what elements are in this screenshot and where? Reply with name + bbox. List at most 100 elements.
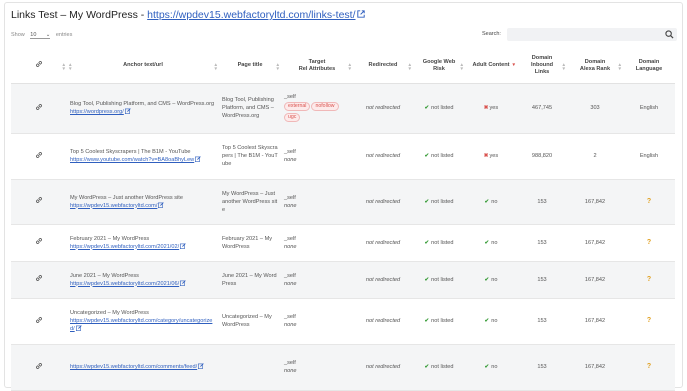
target-value: _self [284,360,296,366]
edit-link-icon[interactable] [194,156,201,163]
col-header-redirected[interactable]: Redirected ▴ ▾ [353,49,413,84]
row-link-cell[interactable] [11,133,67,180]
page-title-value: Top 5 Coolest Skyscrapers | The B1M - Yo… [222,145,278,167]
edit-link-icon[interactable] [179,279,186,287]
table-row: My WordPress – Just another WordPress si… [11,179,675,225]
check-icon: ✔ [484,318,490,324]
alexa-rank-cell: 167,842 [567,224,623,262]
link-icon[interactable] [35,316,43,326]
col-header-google-label-1: Google Web [422,58,456,65]
page-title: Links Test – My WordPress - https://wpde… [11,9,365,21]
edit-link-icon[interactable] [157,201,165,209]
col-header-anchor-label: Anchor text/url [123,62,163,69]
cross-icon: ✖ [483,153,489,159]
col-header-inbound-label-1: Domain [531,55,553,62]
rel-value: none [284,322,297,328]
redirected-value: not redirected [365,105,401,111]
check-icon: ✔ [484,276,490,283]
anchor-url-link[interactable]: https://wpdev15.webfactoryltd.com/ [70,203,157,209]
row-link-cell[interactable] [11,344,67,391]
col-header-language[interactable]: Domain Language [623,49,675,84]
inbound-links-cell: 153 [517,179,567,225]
col-header-alexa[interactable]: Domain Alexa Rank ▴ ▾ [567,49,623,84]
target-cell: _selfnone [281,298,353,345]
page-title-text: Links Test – My WordPress - [11,9,148,21]
row-link-cell[interactable] [11,83,67,134]
alexa-rank-cell: 167,842 [567,261,623,299]
col-header-inbound[interactable]: Domain Inbound Links ▴ ▾ [517,49,567,84]
target-value: _self [284,314,296,320]
col-header-anchor[interactable]: ▴ ▾ Anchor text/url ▴ ▾ [67,49,219,84]
table-row: Blog Tool, Publishing Platform, and CMS … [11,83,675,134]
check-icon: ✔ [484,364,490,370]
col-header-target[interactable]: Target Rel Attributes ▴ ▾ [281,49,353,84]
col-header-inbound-label-3: Links [534,69,550,76]
google-risk-cell: ✔ not listed [413,179,465,225]
anchor-text: June 2021 – My WordPress [70,272,139,279]
unknown-language-icon: ? [646,317,652,324]
col-header-link[interactable]: ▴ ▾ [11,49,67,84]
row-link-cell[interactable] [11,179,67,225]
col-header-page-title[interactable]: Page title ▴ ▾ [219,49,281,84]
rel-value: none [284,280,297,287]
anchor-url-link[interactable]: https://wpdev15.webfactoryltd.com/catego… [70,318,212,332]
check-icon: ✔ [424,105,430,111]
unknown-language-icon: ? [646,275,652,283]
check-icon: ✔ [484,198,490,205]
page-url-link[interactable]: https://wpdev15.webfactoryltd.com/links-… [147,9,355,21]
link-icon[interactable] [35,103,43,113]
inbound-links-value: 153 [537,198,547,205]
col-header-language-label-2: Language [635,65,663,72]
inbound-links-value: 153 [537,239,547,246]
adult-content-value: no [491,318,498,324]
anchor-url-link[interactable]: https://wpdev15.webfactoryltd.com/2021/0… [70,244,179,250]
link-icon[interactable] [35,151,43,161]
inbound-links-cell: 153 [517,298,567,345]
link-icon[interactable] [35,238,43,247]
adult-content-cell: ✔ no [465,224,517,262]
search-input[interactable] [507,28,677,41]
row-link-cell[interactable] [11,298,67,345]
col-header-google-label-2: Risk [433,65,445,72]
entries-select[interactable]: 10 ⌄ [30,32,51,39]
table-row: February 2021 – My WordPress https://wpde… [11,224,675,262]
external-link-icon[interactable] [356,9,365,21]
link-icon[interactable] [35,197,43,206]
edit-link-icon[interactable] [197,363,204,370]
adult-content-cell: ✖yes [465,133,517,180]
alexa-rank-cell: 167,842 [567,179,623,225]
alexa-rank-value: 167,842 [584,364,606,370]
anchor-cell: February 2021 – My WordPress https://wpde… [67,224,219,262]
google-risk-value: not listed [431,239,454,246]
alexa-rank-value: 167,842 [584,198,606,205]
google-risk-cell: ✔ not listed [413,224,465,262]
unknown-language-icon: ? [646,197,652,205]
redirected-cell: not redirected [353,344,413,391]
anchor-url-link[interactable]: https://wpdev15.webfactoryltd.com/commen… [70,364,197,370]
row-link-cell[interactable] [11,261,67,299]
row-link-cell[interactable] [11,224,67,262]
anchor-url-link[interactable]: https://wordpress.org/ [70,109,124,115]
link-icon[interactable] [35,275,43,284]
edit-link-icon[interactable] [75,325,82,332]
anchor-url-link[interactable]: https://wpdev15.webfactoryltd.com/2021/0… [70,281,179,287]
table-row: https://wpdev15.webfactoryltd.com/commen… [11,344,675,391]
edit-link-icon[interactable] [179,242,186,250]
adult-content-value: yes [489,153,499,159]
rel-value: none [284,157,297,163]
col-header-adult[interactable]: Adult Content ▾ [465,49,517,84]
rel-tag: external [284,102,311,111]
entries-length-control: Show 10 ⌄ entries [11,32,72,39]
anchor-text: Blog Tool, Publishing Platform, and CMS … [70,101,215,107]
language-cell: English [623,83,675,134]
anchor-url-link[interactable]: https://www.youtube.com/watch?v=BA8oaBhy… [70,157,194,163]
link-icon[interactable] [35,362,43,372]
adult-content-cell: ✔ no [465,179,517,225]
col-header-google[interactable]: Google Web Risk ▴ ▾ [413,49,465,84]
inbound-links-value: 153 [537,318,547,324]
inbound-links-value: 988,820 [531,153,553,159]
google-risk-cell: ✔ not listed [413,261,465,299]
edit-link-icon[interactable] [124,108,131,115]
page-title-cell: Blog Tool, Publishing Platform, and CMS … [219,83,281,134]
sort-icon: ▴ ▾ [69,62,72,72]
